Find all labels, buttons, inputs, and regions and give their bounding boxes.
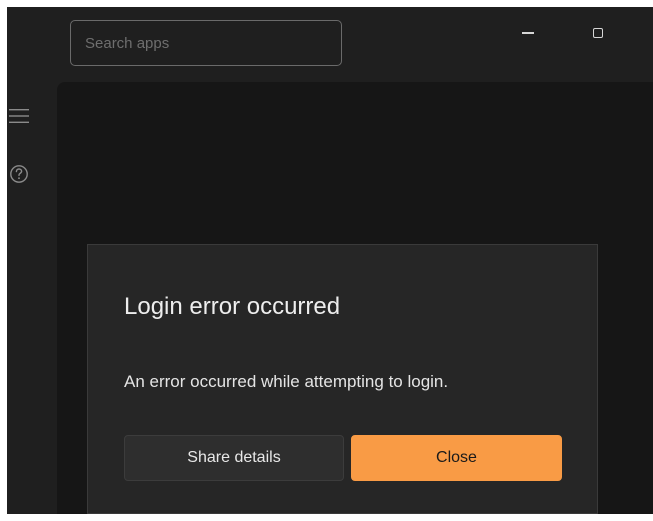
minimize-button[interactable] [505, 17, 551, 49]
maximize-icon [593, 28, 603, 38]
minimize-icon [522, 32, 534, 34]
login-error-dialog: Login error occurred An error occurred w… [87, 244, 598, 514]
share-details-button[interactable]: Share details [124, 435, 344, 481]
dialog-title: Login error occurred [124, 293, 341, 320]
search-input[interactable] [70, 20, 342, 66]
help-icon[interactable] [9, 164, 29, 184]
close-button[interactable]: Close [351, 435, 562, 481]
hamburger-menu-icon[interactable] [9, 108, 29, 124]
maximize-button[interactable] [575, 17, 621, 49]
dialog-message: An error occurred while attempting to lo… [124, 372, 449, 391]
app-window: Login error occurred An error occurred w… [7, 7, 653, 514]
window-left-edge [0, 7, 7, 514]
